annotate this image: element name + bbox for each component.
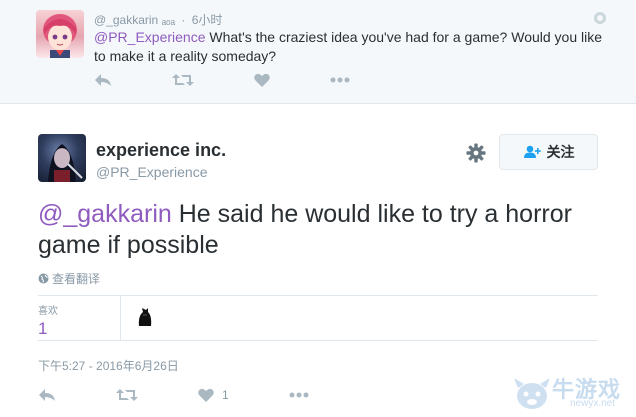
liker-avatar[interactable] — [134, 306, 156, 328]
likes-stat[interactable]: 喜欢 1 — [38, 302, 58, 339]
reply-button[interactable] — [38, 388, 56, 402]
likes-label: 喜欢 — [38, 306, 58, 317]
globe-icon[interactable] — [594, 12, 606, 24]
tweet-timestamp: 下午5:27 - 2016年6月26日 — [38, 359, 179, 373]
author-display-name[interactable]: experience inc. — [96, 140, 226, 161]
stats-divider — [120, 296, 121, 340]
watermark-url: newyx.net — [570, 398, 616, 409]
tweet-mention-link[interactable]: @_gakkarin — [38, 200, 172, 228]
more-button[interactable] — [330, 77, 350, 83]
heart-icon — [198, 388, 214, 402]
parent-actions — [94, 73, 410, 87]
reply-icon — [95, 74, 111, 86]
parent-tweet-text: @PR_Experience What's the craziest idea … — [94, 28, 604, 66]
like-count: 1 — [222, 388, 229, 402]
reply-icon — [39, 389, 55, 401]
more-button[interactable] — [289, 392, 309, 398]
retweet-icon — [116, 389, 138, 401]
parent-tweet: @_gakkarin ₐₒₐ · 6小时 @PR_Experience What… — [0, 0, 636, 104]
like-button[interactable]: 1 — [198, 388, 229, 402]
retweet-button[interactable] — [172, 73, 194, 87]
translate-label: 查看翻译 — [52, 272, 101, 286]
follow-label: 关注 — [546, 144, 575, 160]
globe-icon — [38, 273, 49, 284]
parent-username[interactable]: @_gakkarin — [94, 13, 158, 27]
tweet-text: @_gakkarin He said he would like to try … — [38, 199, 598, 261]
reply-button[interactable] — [94, 73, 112, 87]
retweet-icon — [172, 74, 194, 86]
tweet-actions: 1 — [38, 388, 369, 402]
parent-separator: · — [181, 13, 186, 27]
tweet-stats: 喜欢 1 — [38, 295, 598, 341]
author-screen-name[interactable]: @PR_Experience — [96, 164, 208, 180]
parent-username-suffix: ₐₒₐ — [161, 13, 176, 27]
translate-link[interactable]: 查看翻译 — [38, 270, 100, 287]
parent-time[interactable]: 6小时 — [192, 13, 223, 27]
gear-icon[interactable] — [466, 143, 486, 168]
follow-button[interactable]: 关注 — [499, 134, 598, 170]
parent-meta: @_gakkarin ₐₒₐ · 6小时 — [94, 11, 222, 28]
heart-icon — [254, 73, 270, 87]
add-user-icon — [523, 145, 541, 158]
likes-count: 1 — [38, 319, 48, 338]
more-icon — [330, 77, 350, 83]
author-avatar[interactable] — [38, 134, 86, 182]
like-button[interactable] — [254, 73, 270, 87]
retweet-button[interactable] — [116, 388, 138, 402]
parent-avatar[interactable] — [36, 10, 84, 58]
parent-mention-link[interactable]: @PR_Experience — [94, 29, 206, 45]
watermark: 牛游戏 newyx.net — [508, 370, 632, 414]
watermark-logo-icon — [514, 378, 550, 409]
more-icon — [289, 392, 309, 398]
